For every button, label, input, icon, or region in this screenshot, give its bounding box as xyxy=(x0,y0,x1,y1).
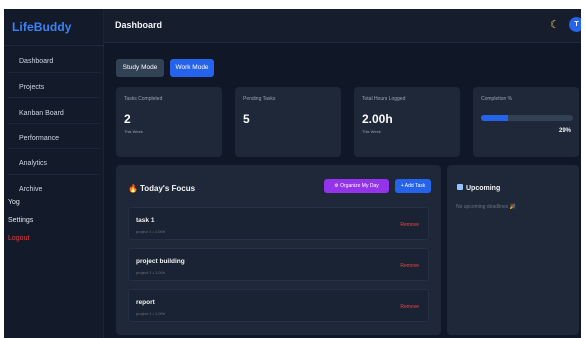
divider xyxy=(8,72,100,73)
top-bar: Dashboard ☾ T xyxy=(104,9,581,43)
sidebar-item-analytics[interactable]: Analytics xyxy=(19,160,47,167)
sidebar: LifeBuddy Dashboard Projects Kanban Boar… xyxy=(4,9,104,338)
task-title: project building xyxy=(136,258,185,265)
organize-my-day-button[interactable]: ⚙ Organize My Day xyxy=(324,179,389,193)
flame-icon: 🔥 xyxy=(128,184,138,193)
sidebar-item-performance[interactable]: Performance xyxy=(19,135,59,142)
task-meta: project 1 • 1.00h xyxy=(136,311,165,316)
task-meta: project 1 • 1.00h xyxy=(136,270,165,275)
sidebar-item-dashboard[interactable]: Dashboard xyxy=(19,58,53,65)
task-item[interactable]: project building project 1 • 1.00h Remov… xyxy=(128,248,429,281)
study-mode-button[interactable]: Study Mode xyxy=(116,59,164,77)
moon-icon[interactable]: ☾ xyxy=(550,18,560,31)
stat-subtext: This Week xyxy=(362,129,381,134)
remove-task-button[interactable]: Remove xyxy=(400,222,419,228)
stat-card-completion: Completion % 29% xyxy=(473,87,579,157)
remove-task-button[interactable]: Remove xyxy=(400,304,419,310)
logout-link[interactable]: Logout xyxy=(8,235,29,242)
work-mode-button[interactable]: Work Mode xyxy=(170,59,214,77)
upcoming-title: Upcoming xyxy=(466,185,501,192)
divider xyxy=(8,123,100,124)
task-item[interactable]: task 1 project 1 • 1.00h Remove xyxy=(128,207,429,240)
page-title: Dashboard xyxy=(115,20,163,30)
calendar-icon xyxy=(457,184,463,190)
todays-focus-panel: 🔥 Today's Focus ⚙ Organize My Day + Add T… xyxy=(116,165,441,335)
sidebar-item-projects[interactable]: Projects xyxy=(19,84,44,91)
stat-label: Completion % xyxy=(481,96,513,102)
remove-task-button[interactable]: Remove xyxy=(400,263,419,269)
stat-value: 2 xyxy=(124,112,131,126)
sidebar-link-yog[interactable]: Yog xyxy=(8,199,20,206)
task-title: task 1 xyxy=(136,217,155,224)
stat-card-hours-logged: Total Hours Logged 2.00h This Week xyxy=(354,87,460,157)
stat-value: 5 xyxy=(243,112,250,126)
completion-percent: 29% xyxy=(558,128,571,134)
stat-label: Tasks Completed xyxy=(124,96,163,102)
sidebar-item-archive[interactable]: Archive xyxy=(19,186,42,193)
upcoming-empty-message: No upcoming deadlines 🎉 xyxy=(456,204,516,210)
sidebar-link-settings[interactable]: Settings xyxy=(8,217,33,224)
stat-value: 2.00h xyxy=(362,112,393,126)
divider xyxy=(8,97,100,98)
panel-title: Upcoming xyxy=(457,184,500,192)
stat-card-tasks-completed: Tasks Completed 2 This Week xyxy=(116,87,222,157)
brand-logo[interactable]: LifeBuddy xyxy=(12,20,72,34)
completion-progress-fill xyxy=(481,115,508,121)
stat-label: Total Hours Logged xyxy=(362,96,406,102)
task-meta: project 1 • 1.00h xyxy=(136,229,165,234)
panel-title: 🔥 Today's Focus xyxy=(128,184,195,193)
task-title: report xyxy=(136,299,155,306)
app-window: LifeBuddy Dashboard Projects Kanban Boar… xyxy=(4,9,581,338)
upcoming-panel: Upcoming No upcoming deadlines 🎉 xyxy=(447,165,579,335)
stat-label: Pending Tasks xyxy=(243,96,276,102)
focus-title: Today's Focus xyxy=(139,184,196,193)
stat-card-pending-tasks: Pending Tasks 5 xyxy=(235,87,341,157)
divider xyxy=(4,45,104,46)
divider xyxy=(8,148,100,149)
add-task-button[interactable]: + Add Task xyxy=(395,179,431,193)
sidebar-item-kanban-board[interactable]: Kanban Board xyxy=(19,110,64,117)
task-item[interactable]: report project 1 • 1.00h Remove xyxy=(128,289,429,322)
stat-subtext: This Week xyxy=(124,129,143,134)
divider xyxy=(8,174,100,175)
completion-progress-bar xyxy=(481,115,573,121)
avatar[interactable]: T xyxy=(569,17,581,32)
